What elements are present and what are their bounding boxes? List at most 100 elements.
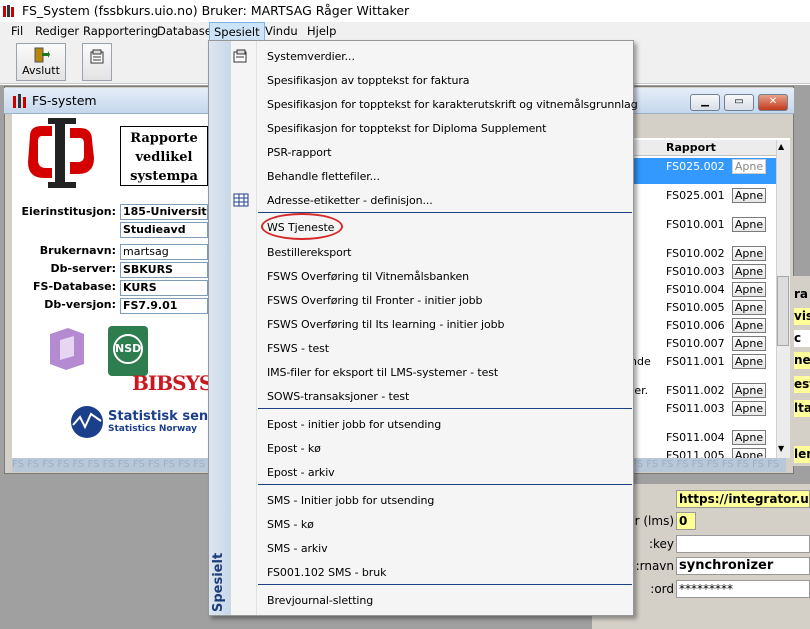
menu-database[interactable]: Database [153,22,216,40]
maximize-icon: ▭ [734,96,744,107]
report-maintenance-box: Rapporte vedlikel systempa [120,126,208,186]
scrollbar-thumb[interactable] [777,276,789,346]
menu-item-email-initiate[interactable]: Epost - initier jobb for utsending [267,418,441,431]
report-row[interactable]: FS010.007 Apne [630,335,776,353]
username-field[interactable]: martsag [120,244,208,260]
open-button[interactable]: Apne [732,159,766,174]
menu-item-header-transcript[interactable]: Spesifikasjon for topptekst for karakter… [267,98,638,111]
owner-institution-label: Eierinstitusjon: [21,205,116,218]
bg-window-text: lta [794,400,810,417]
report-row[interactable]: FS010.003 Apne [630,263,776,281]
integrator-url-field[interactable]: https://integrator.uninett. [676,490,810,508]
menu-item-sms-usage[interactable]: FS001.102 SMS - bruk [267,566,386,579]
menu-item-systemverdier[interactable]: Systemverdier... [267,50,355,63]
properties-button[interactable] [82,43,112,81]
menu-rapportering[interactable]: Rapportering [79,22,162,40]
report-code: FS010.004 [666,283,725,296]
bg-window-text: est [794,376,810,393]
menu-item-email-archive[interactable]: Epost - arkiv [267,466,335,479]
menu-item-sms-archive[interactable]: SMS - arkiv [267,542,328,555]
report-row[interactable]: FS025.001 Apne [630,187,776,205]
maximize-button[interactable]: ▭ [724,94,754,111]
close-button[interactable]: ✕ [758,94,788,111]
menu-item-fsws-test[interactable]: FSWS - test [267,342,329,355]
report-row[interactable]: FS010.005 Apne [630,299,776,317]
open-button[interactable]: Apne [732,264,766,279]
menu-item-merge-files[interactable]: Behandle flettefiler... [267,170,380,183]
report-code: FS010.007 [666,337,725,350]
menu-item-psr-report[interactable]: PSR-rapport [267,146,332,159]
owner-institution-field[interactable]: 185-Universitete [120,204,208,220]
report-box-line-2: vedlikel [135,150,193,165]
db-version-label: Db-versjon: [44,298,116,311]
scroll-up-icon[interactable]: ▲ [778,142,784,151]
menu-side-label: Spesielt [211,552,226,612]
open-button[interactable]: Apne [732,354,766,369]
lms-field[interactable]: 0 [676,512,696,530]
open-button[interactable]: Apne [732,188,766,203]
open-button[interactable]: Apne [732,246,766,261]
open-button[interactable]: Apne [732,217,766,232]
fs-logo [28,118,94,188]
report-row[interactable]: FS025.002 Apne [630,158,776,184]
report-column-header[interactable]: Rapport [630,140,776,156]
menu-item-address-labels[interactable]: Adresse-etiketter - definisjon... [267,194,433,207]
purple-cube-logo [50,328,84,370]
report-code: FS011.003 [666,402,725,415]
fs-database-label: FS-Database: [33,280,116,293]
department-field[interactable]: Studieavd [120,222,208,238]
key-label: key: [648,537,674,551]
menu-hjelp[interactable]: Hjelp [303,22,340,40]
db-version-field[interactable]: FS7.9.01 [120,298,208,314]
open-button[interactable]: Apne [732,282,766,297]
open-button[interactable]: Apne [732,448,766,458]
open-button[interactable]: Apne [732,300,766,315]
menu-item-letter-journal-delete[interactable]: Brevjournal-sletting [267,594,373,607]
menu-item-header-invoice[interactable]: Spesifikasjon av topptekst for faktura [267,74,470,87]
lms-label: r (lms): [631,514,674,528]
menu-item-order-export[interactable]: Bestillereksport [267,246,352,259]
key-field[interactable] [676,535,810,553]
menu-rediger[interactable]: Rediger [31,22,83,40]
report-row[interactable]: FS011.004 Apne [630,429,776,447]
menu-item-fsws-diploma-bank[interactable]: FSWS Overføring til Vitnemålsbanken [267,270,469,283]
open-button[interactable]: Apne [732,430,766,445]
username-label-lower: rnavn: [635,559,674,573]
open-button[interactable]: Apne [732,336,766,351]
menu-vindu[interactable]: Vindu [261,22,302,40]
report-row[interactable]: FS010.006 Apne [630,317,776,335]
bg-window-text: vis [794,308,810,325]
scroll-down-icon[interactable]: ▼ [778,444,784,453]
minimize-button[interactable]: ▁ [690,94,720,111]
report-row[interactable]: FS010.004 Apne [630,281,776,299]
menu-item-header-diploma[interactable]: Spesifikasjon for topptekst for Diploma … [267,122,546,135]
report-row[interactable]: FS011.003 Apne [630,400,776,418]
menu-spesielt[interactable]: Spesielt [209,22,265,41]
menu-item-ims-files[interactable]: IMS-filer for eksport til LMS-systemer -… [267,366,498,379]
password-field[interactable]: ********* [676,580,810,598]
menu-item-sows-transactions[interactable]: SOWS-transaksjoner - test [267,390,409,403]
report-code: FS010.003 [666,265,725,278]
exit-button[interactable]: Avslutt [16,43,66,81]
fs-database-field[interactable]: KURS [120,280,208,296]
sync-username-field[interactable]: synchronizer [676,557,810,575]
db-server-field[interactable]: SBKURS [120,262,208,278]
report-row[interactable]: FS011.002 Apne [630,382,776,400]
menu-item-sms-queue[interactable]: SMS - kø [267,518,314,531]
report-row[interactable]: FS010.001 Apne [630,216,776,234]
menu-item-sms-initiate[interactable]: SMS - Initier jobb for utsending [267,494,434,507]
menu-item-fsws-fronter[interactable]: FSWS Overføring til Fronter - initier jo… [267,294,482,307]
open-button[interactable]: Apne [732,383,766,398]
report-row[interactable]: FS011.005 Apne [630,447,776,458]
report-row[interactable]: FS011.001 Apne [630,353,776,371]
menu-fil[interactable]: Fil [7,22,27,40]
report-code: FS011.002 [666,384,725,397]
menu-bar: Fil Rediger Rapportering Database Spesie… [0,22,810,41]
report-code: FS010.005 [666,301,725,314]
menu-item-fsws-itslearning[interactable]: FSWS Overføring til Its learning - initi… [267,318,505,331]
menu-item-email-queue[interactable]: Epost - kø [267,442,321,455]
open-button[interactable]: Apne [732,401,766,416]
db-server-label: Db-server: [50,262,116,275]
open-button[interactable]: Apne [732,318,766,333]
report-row[interactable]: FS010.002 Apne [630,245,776,263]
